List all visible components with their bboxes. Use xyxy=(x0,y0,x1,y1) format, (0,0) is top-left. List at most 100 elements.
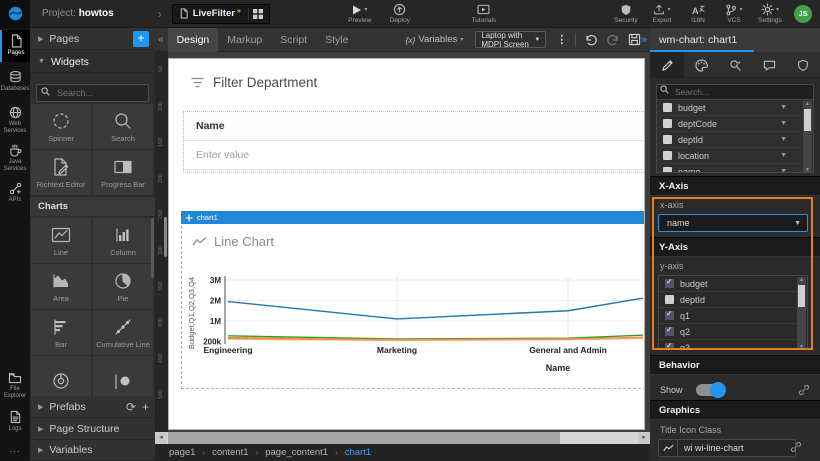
checkbox[interactable] xyxy=(663,151,672,160)
add-page-button[interactable]: + xyxy=(133,31,149,47)
show-toggle[interactable] xyxy=(696,384,724,396)
x-axis-section-header[interactable]: X-Axis xyxy=(650,176,820,196)
tile-spinner[interactable]: Spinner xyxy=(31,104,91,149)
project-chevron-icon[interactable]: › xyxy=(158,7,162,21)
list-scrollbar[interactable]: ▲▼ xyxy=(797,277,806,350)
tab-design[interactable]: Design xyxy=(168,28,219,52)
chevron-down-icon[interactable]: ▼ xyxy=(780,152,787,159)
tab-events[interactable] xyxy=(752,52,786,78)
checkbox[interactable] xyxy=(665,311,674,320)
tutorials-button[interactable]: Tutorials xyxy=(466,4,502,24)
graphics-section-header[interactable]: Graphics xyxy=(650,400,820,420)
yaxis-row-deptid[interactable]: deptId xyxy=(659,292,807,308)
breadcrumb-chart1[interactable]: chart1 xyxy=(345,447,371,458)
palette-scrollbar[interactable] xyxy=(151,218,154,278)
field-row-name[interactable]: name▼ xyxy=(657,164,813,173)
breadcrumb-content1[interactable]: content1 xyxy=(212,447,248,458)
tab-style[interactable]: Style xyxy=(316,28,357,52)
checkbox[interactable] xyxy=(665,279,674,288)
canvas-vscrollbar[interactable] xyxy=(164,217,167,257)
tile-area-chart[interactable]: Area xyxy=(31,264,91,309)
expand-panel-icon[interactable]: » xyxy=(641,34,647,46)
pages-section-header[interactable]: ▶ Pages + xyxy=(30,28,155,50)
preview-button[interactable]: ▾ Preview xyxy=(342,4,378,24)
sidebar-item-apis[interactable]: APIs xyxy=(0,178,30,208)
more-icon[interactable]: ... xyxy=(0,444,30,455)
tab-styles[interactable] xyxy=(684,52,718,78)
canvas-hscrollbar[interactable]: ◂ ▸ xyxy=(155,432,650,444)
field-row-location[interactable]: location▼ xyxy=(657,148,813,164)
tile-column-chart[interactable]: Column xyxy=(93,218,153,263)
live-filter-form[interactable]: Name xyxy=(183,111,645,173)
chevron-down-icon[interactable]: ▼ xyxy=(780,168,787,173)
breadcrumb-page-content1[interactable]: page_content1 xyxy=(265,447,328,458)
i18n-button[interactable]: A I18N xyxy=(680,4,716,24)
sidebar-item-file-explorer[interactable]: File Explorer xyxy=(0,368,30,404)
field-row-deptcode[interactable]: deptCode▼ xyxy=(657,116,813,132)
prefabs-section-header[interactable]: ▶ Prefabs ⟳+ xyxy=(30,396,155,418)
settings-button[interactable]: ▾ Settings xyxy=(752,4,788,24)
chart-widget[interactable]: chart1 Line Chart 3M2M1M200kEngineeringM… xyxy=(181,211,645,389)
checkbox[interactable] xyxy=(665,343,674,350)
field-row-budget[interactable]: budget▼ xyxy=(657,100,813,116)
tile-cumulative-line-chart[interactable]: Cumulative Line xyxy=(93,310,153,355)
list-scrollbar[interactable]: ▲▼ xyxy=(803,101,812,173)
property-search-input[interactable] xyxy=(656,84,814,100)
deploy-button[interactable]: Deploy xyxy=(382,4,418,24)
refresh-icon[interactable]: ⟳ xyxy=(126,400,136,414)
pages-grid-icon[interactable] xyxy=(253,9,263,19)
vcs-button[interactable]: ▾ VCS xyxy=(716,4,752,24)
page-structure-section-header[interactable]: ▶ Page Structure xyxy=(30,418,155,440)
field-row-deptid[interactable]: deptId▼ xyxy=(657,132,813,148)
hscroll-thumb[interactable] xyxy=(168,432,560,444)
scroll-right-arrow[interactable]: ▸ xyxy=(638,432,650,444)
tile-pie-chart[interactable]: Pie xyxy=(93,264,153,309)
chevron-down-icon[interactable]: ▼ xyxy=(780,136,787,143)
x-axis-select[interactable]: name ▼ xyxy=(658,214,808,232)
chevron-down-icon[interactable]: ▼ xyxy=(780,104,787,111)
security-button[interactable]: Security xyxy=(608,4,644,24)
bind-icon[interactable] xyxy=(790,441,802,453)
user-avatar[interactable]: JS xyxy=(794,5,812,23)
checkbox[interactable] xyxy=(663,119,672,128)
breadcrumb-page1[interactable]: page1 xyxy=(169,447,195,458)
chevron-down-icon[interactable]: ▼ xyxy=(780,120,787,127)
redo-button[interactable] xyxy=(606,33,620,46)
bind-icon[interactable] xyxy=(798,384,810,396)
y-axis-section-header[interactable]: Y-Axis xyxy=(650,237,820,257)
tile-donut-chart[interactable] xyxy=(31,356,91,401)
checkbox[interactable] xyxy=(665,327,674,336)
name-field[interactable] xyxy=(184,140,645,170)
page-tab-livefilter[interactable]: LiveFilter * xyxy=(172,4,270,24)
widgets-section-header[interactable]: ▼ Widgets xyxy=(30,51,155,73)
sidebar-item-java-services[interactable]: Java Services xyxy=(0,140,30,176)
tab-security-props[interactable] xyxy=(786,52,820,78)
tab-script[interactable]: Script xyxy=(271,28,316,52)
yaxis-row-q1[interactable]: q1 xyxy=(659,308,807,324)
add-prefab-icon[interactable]: + xyxy=(142,400,149,414)
checkbox[interactable] xyxy=(663,103,672,112)
tab-markup[interactable]: Markup xyxy=(218,28,271,52)
behavior-section-header[interactable]: Behavior xyxy=(650,355,820,375)
tile-search[interactable]: Search xyxy=(93,104,153,149)
tab-search-props[interactable] xyxy=(718,52,752,78)
yaxis-row-budget[interactable]: budget xyxy=(659,276,807,292)
title-icon-class-input[interactable]: wi wi-line-chart xyxy=(658,439,796,457)
sidebar-item-web-services[interactable]: Web Services xyxy=(0,102,30,138)
tile-progress-bar[interactable]: Progress Bar xyxy=(93,150,153,195)
widget-selection-bar[interactable]: chart1 xyxy=(181,211,645,224)
export-button[interactable]: ▾ Export xyxy=(644,4,680,24)
more-options-icon[interactable]: ⋮ xyxy=(556,33,567,46)
sidebar-item-pages[interactable]: Pages xyxy=(0,30,30,62)
yaxis-row-q2[interactable]: q2 xyxy=(659,324,807,340)
variables-dropdown[interactable]: {x} Variables ▾ xyxy=(405,34,463,45)
checkbox[interactable] xyxy=(665,295,674,304)
collapse-panel-icon[interactable]: « xyxy=(158,34,164,45)
checkbox[interactable] xyxy=(663,135,672,144)
sidebar-item-databases[interactable]: Databases xyxy=(0,66,30,98)
tile-line-chart[interactable]: Line xyxy=(31,218,91,263)
tile-richtext-editor[interactable]: Richtext Editor xyxy=(31,150,91,195)
sidebar-item-logs[interactable]: Logs xyxy=(0,406,30,438)
checkbox[interactable] xyxy=(663,167,672,173)
undo-button[interactable] xyxy=(584,33,598,46)
